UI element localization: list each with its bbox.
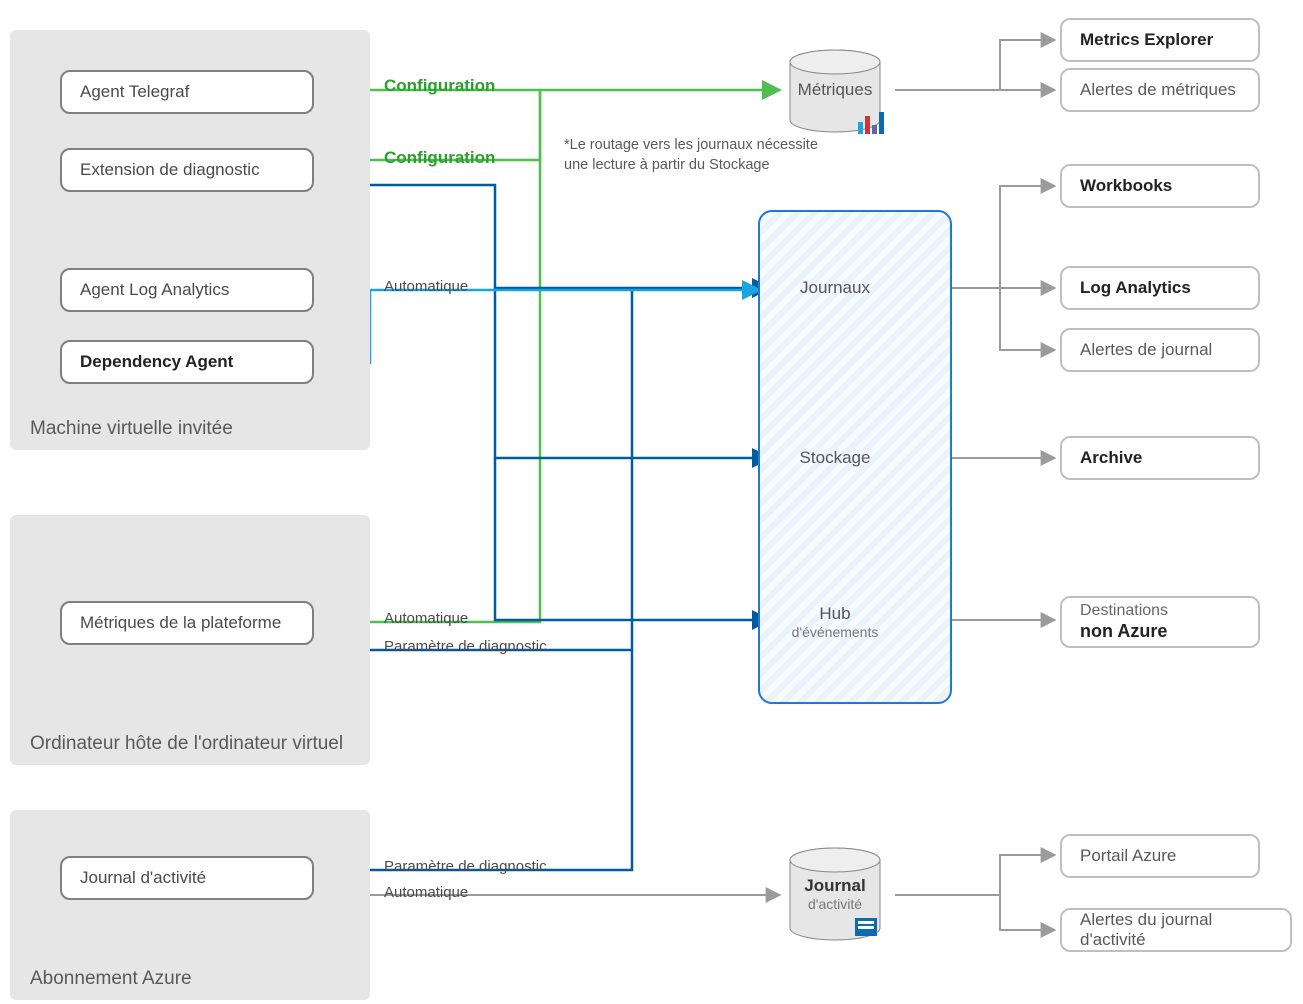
- outcome-label: Log Analytics: [1080, 278, 1191, 298]
- outcome-workbooks: Workbooks: [1060, 164, 1260, 208]
- panel-vm-guest: Agent Telegraf Extension de diagnostic A…: [10, 30, 370, 450]
- node-label: Métriques de la plateforme: [80, 613, 281, 633]
- panel-title: Abonnement Azure: [30, 968, 192, 990]
- store-storage-label: Stockage: [775, 448, 895, 468]
- outcome-metric-alerts: Alertes de métriques: [1060, 68, 1260, 112]
- edge-label-auto1: Automatique: [384, 278, 468, 295]
- edge-label-config1: Configuration: [384, 76, 495, 96]
- outcome-portal: Portail Azure: [1060, 834, 1260, 878]
- node-telegraf: Agent Telegraf: [60, 70, 314, 114]
- edge-label-config2: Configuration: [384, 148, 495, 168]
- panel-vm-host: Métriques de la plateforme Ordinateur hô…: [10, 515, 370, 765]
- outcome-non-azure: Destinations non Azure: [1060, 596, 1260, 648]
- outcome-archive: Archive: [1060, 436, 1260, 480]
- node-diag-ext: Extension de diagnostic: [60, 148, 314, 192]
- store-eventhub-label: Hub d'événements: [775, 604, 895, 640]
- outcome-label: Alertes du journal d'activité: [1080, 910, 1272, 950]
- node-activity-log: Journal d'activité: [60, 856, 314, 900]
- outcome-label: Archive: [1080, 448, 1142, 468]
- panel-title: Machine virtuelle invitée: [30, 418, 233, 440]
- node-platform-metrics: Métriques de la plateforme: [60, 601, 314, 645]
- node-label: Extension de diagnostic: [80, 160, 260, 180]
- outcome-label: Portail Azure: [1080, 846, 1176, 866]
- edge-label-auto2: Automatique: [384, 610, 468, 627]
- store-logs-label: Journaux: [775, 278, 895, 298]
- outcome-metrics-explorer: Metrics Explorer: [1060, 18, 1260, 62]
- outcome-activity-alerts: Alertes du journal d'activité: [1060, 908, 1292, 952]
- node-label: Agent Log Analytics: [80, 280, 229, 300]
- outcome-log-alerts: Alertes de journal: [1060, 328, 1260, 372]
- panel-title: Ordinateur hôte de l'ordinateur virtuel: [30, 733, 343, 755]
- node-la-agent: Agent Log Analytics: [60, 268, 314, 312]
- store-eventhub-title: Hub: [775, 604, 895, 624]
- node-dep-agent: Dependency Agent: [60, 340, 314, 384]
- outcome-log-analytics: Log Analytics: [1060, 266, 1260, 310]
- node-label: Agent Telegraf: [80, 82, 189, 102]
- edge-label-diag-setting2: Paramètre de diagnostic: [384, 858, 547, 875]
- store-activity-sub: d'activité: [775, 896, 895, 912]
- store-activity-label: Journal d'activité: [775, 876, 895, 912]
- footnote-l1: *Le routage vers les journaux nécessite: [564, 136, 818, 156]
- store-metrics-label: Métriques: [775, 80, 895, 100]
- outcome-label: Workbooks: [1080, 176, 1172, 196]
- outcome-line2: non Azure: [1080, 621, 1167, 642]
- outcome-label: Alertes de journal: [1080, 340, 1212, 360]
- footnote: *Le routage vers les journaux nécessite …: [564, 136, 818, 175]
- store-activity-title: Journal: [775, 876, 895, 896]
- footnote-l2: une lecture à partir du Stockage: [564, 156, 818, 176]
- outcome-line1: Destinations: [1080, 602, 1168, 620]
- outcome-label: Metrics Explorer: [1080, 30, 1213, 50]
- outcome-label: Alertes de métriques: [1080, 80, 1236, 100]
- edge-label-auto3: Automatique: [384, 884, 468, 901]
- panel-subscription: Journal d'activité Abonnement Azure: [10, 810, 370, 1000]
- edge-label-diag-setting: Paramètre de diagnostic: [384, 638, 547, 655]
- node-label: Dependency Agent: [80, 352, 233, 372]
- node-label: Journal d'activité: [80, 868, 206, 888]
- store-eventhub-sub: d'événements: [775, 624, 895, 640]
